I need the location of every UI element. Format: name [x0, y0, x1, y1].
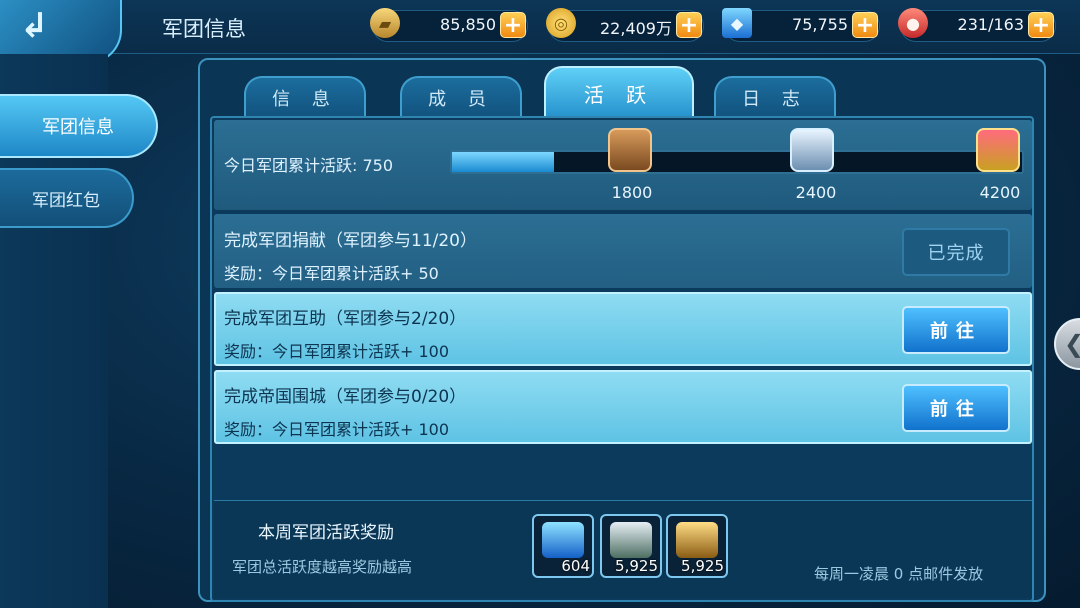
- milestone-value: 4200: [979, 183, 1021, 202]
- resource-value-gold-bar: 85,850: [440, 15, 496, 34]
- weekly-reward-title: 本周军团活跃奖励: [258, 523, 394, 543]
- gold-pile-icon: [676, 522, 718, 558]
- blue-crystal-icon: [542, 522, 584, 558]
- gold-bar-icon: ▰: [370, 8, 400, 38]
- go-button[interactable]: 前往: [902, 384, 1010, 432]
- reward-count: 5,925: [615, 557, 658, 575]
- resource-value-coin: 22,409万: [600, 19, 672, 38]
- activity-progress-fill: [452, 152, 554, 172]
- blue-crystal-icon: ◆: [722, 8, 752, 38]
- sidebar-item-legion-red-packet[interactable]: 军团红包: [0, 168, 134, 228]
- add-gold-bar-button[interactable]: +: [500, 12, 526, 38]
- resource-value-stamina: 231/163: [957, 15, 1024, 34]
- task-reward: 奖励：今日军团累计活跃+ 100: [224, 420, 450, 439]
- task-title: 完成帝国围城（军团参与0/20）: [224, 387, 467, 407]
- tab-info[interactable]: 信 息: [244, 76, 366, 118]
- add-stamina-button[interactable]: +: [1028, 12, 1054, 38]
- activity-progress-value: 750: [362, 156, 394, 175]
- task-title: 完成军团捐献（军团参与11/20）: [224, 231, 477, 251]
- go-button[interactable]: 前往: [902, 306, 1010, 354]
- weekly-reward-subtitle: 军团总活跃度越高奖励越高: [232, 558, 413, 576]
- reward-item[interactable]: 5,925: [666, 514, 728, 578]
- task-title: 完成军团互助（军团参与2/20）: [224, 309, 467, 329]
- reward-item[interactable]: 5,925: [600, 514, 662, 578]
- sidebar-item-legion-info[interactable]: 军团信息: [0, 94, 158, 158]
- reward-count: 5,925: [681, 557, 724, 575]
- mail-delivery-note: 每周一凌晨 0 点邮件发放: [814, 565, 984, 583]
- tab-log[interactable]: 日 志: [714, 76, 836, 118]
- reward-item[interactable]: 604: [532, 514, 594, 578]
- bronze-chest-icon[interactable]: [608, 128, 652, 172]
- tab-activity[interactable]: 活 跃: [544, 66, 694, 118]
- gold-chest-icon[interactable]: [976, 128, 1020, 172]
- back-arrow-icon: ↲: [20, 6, 49, 46]
- task-reward: 奖励：今日军团累计活跃+ 100: [224, 342, 450, 361]
- add-crystal-button[interactable]: +: [852, 12, 878, 38]
- resource-value-crystal: 75,755: [792, 15, 848, 34]
- activity-progress-label: 今日军团累计活跃: 750: [224, 156, 394, 175]
- silver-chest-icon[interactable]: [790, 128, 834, 172]
- silver-medal-icon: [610, 522, 652, 558]
- expand-chevron-icon[interactable]: ❮: [1054, 318, 1080, 370]
- page-title: 军团信息: [162, 17, 246, 41]
- coin-icon: ◎: [546, 8, 576, 38]
- task-reward: 奖励：今日军团累计活跃+ 50: [224, 264, 439, 283]
- meat-stamina-icon: ●: [898, 8, 928, 38]
- milestone-value: 2400: [795, 183, 837, 202]
- reward-count: 604: [561, 557, 590, 575]
- tab-members[interactable]: 成 员: [400, 76, 522, 118]
- milestone-value: 1800: [611, 183, 653, 202]
- task-completed-button: 已完成: [902, 228, 1010, 276]
- add-coin-button[interactable]: +: [676, 12, 702, 38]
